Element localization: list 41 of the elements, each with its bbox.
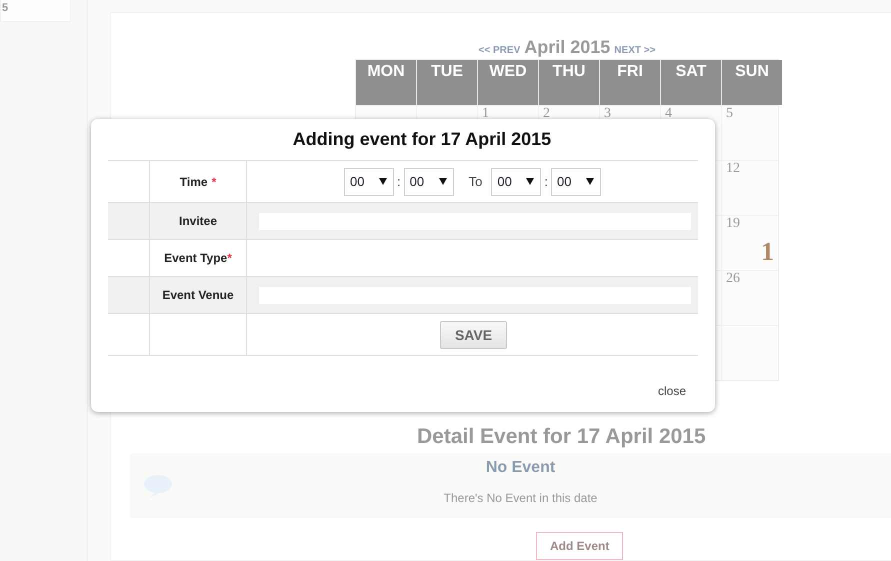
time-separator: : <box>397 174 401 189</box>
no-event-heading: No Event <box>486 459 556 477</box>
weekday-header: WED <box>478 60 538 105</box>
field-label: Time <box>180 174 208 188</box>
dropdown[interactable]: 00 <box>491 168 542 196</box>
weekday-header: MON <box>356 60 416 105</box>
required-mark: * <box>212 174 216 188</box>
day-number: 19 <box>726 216 740 231</box>
to-label: To <box>468 174 482 189</box>
dropdown[interactable]: 00 <box>344 168 394 196</box>
day-number: 4 <box>665 106 672 121</box>
save-button[interactable]: SAVE <box>440 320 507 348</box>
day-number: 1 <box>482 106 489 121</box>
field-label: Event Venue <box>162 288 234 302</box>
caret-icon <box>526 178 534 185</box>
caret-icon <box>586 178 594 185</box>
weekday-header: SUN <box>722 60 782 105</box>
detail-title: Detail Event for 17 April 2015 <box>417 425 706 449</box>
caret-icon <box>379 178 387 185</box>
time-separator: : <box>544 174 548 189</box>
weekday-header: FRI <box>600 60 660 105</box>
month-title: April 2015 <box>524 37 610 58</box>
field-label: Event Type <box>164 251 228 265</box>
dialog-title: Adding event for 17 April 2015 <box>292 129 552 151</box>
weekday-header: THU <box>539 60 599 105</box>
day-number: 5 <box>726 106 733 121</box>
weekday-header: TUE <box>417 60 477 105</box>
no-event-message: There's No Event in this date <box>444 491 598 505</box>
field-label: Invitee <box>178 214 217 228</box>
dropdown[interactable]: 00 <box>404 168 454 196</box>
sidebar-box: 5 <box>0 0 71 22</box>
day-number: 26 <box>726 271 740 286</box>
caret-icon <box>438 178 447 185</box>
day-number: 3 <box>604 106 611 121</box>
weekday-header: SAT <box>661 60 721 105</box>
day-number: 12 <box>726 161 740 176</box>
event-count: 1 <box>761 238 774 266</box>
day-number: 2 <box>543 106 550 121</box>
required-mark: * <box>227 251 232 265</box>
close-link[interactable]: close <box>658 384 686 398</box>
dropdown[interactable]: 00 <box>550 168 601 196</box>
